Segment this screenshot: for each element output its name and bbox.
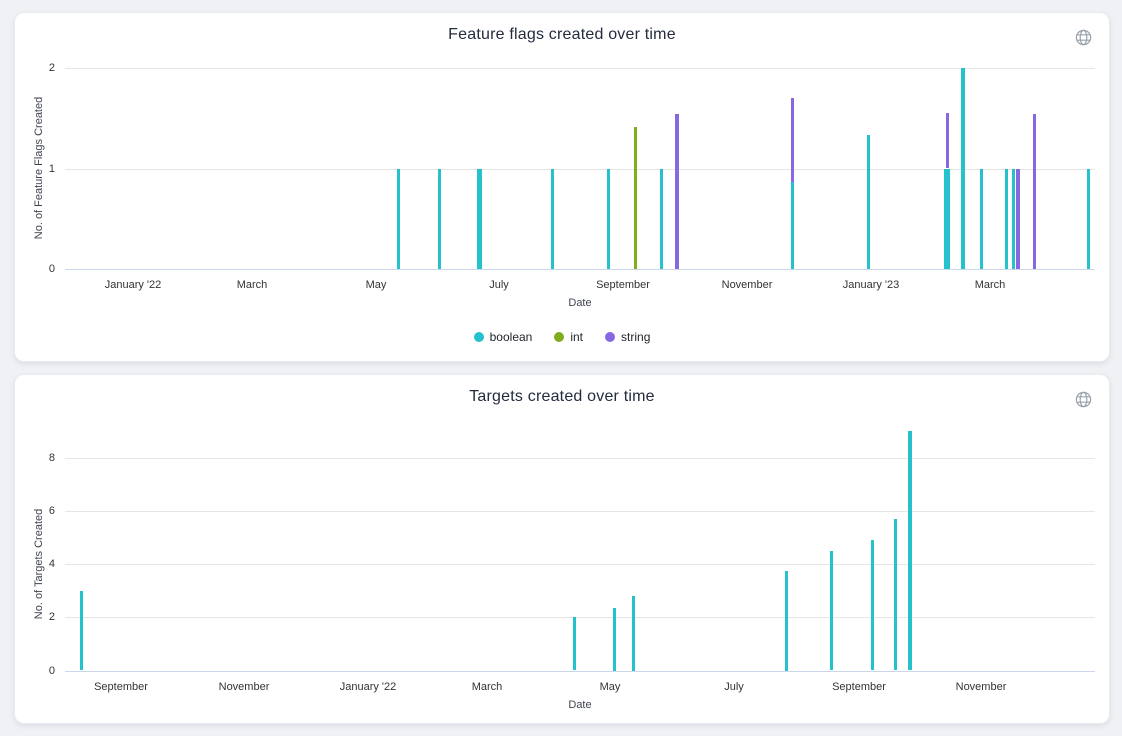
x-tick-label: January '23 — [816, 278, 926, 292]
bar-boolean[interactable] — [1087, 169, 1090, 270]
bar-string[interactable] — [1033, 114, 1036, 269]
x-tick-label: March — [197, 278, 307, 292]
bar-string[interactable] — [675, 114, 679, 269]
bar-boolean[interactable] — [908, 431, 912, 670]
legend-item-boolean[interactable]: boolean — [474, 330, 533, 344]
bar-boolean[interactable] — [607, 169, 610, 270]
legend-marker-dot — [474, 332, 484, 342]
x-tick-label: January '22 — [78, 278, 188, 292]
bar-string[interactable] — [791, 98, 794, 181]
x-tick-label: March — [935, 278, 1045, 292]
bar-string[interactable] — [1016, 169, 1020, 270]
bar-boolean[interactable] — [894, 519, 897, 671]
bar-int[interactable] — [634, 127, 637, 269]
legend-item-int[interactable]: int — [554, 330, 583, 344]
x-axis-title: Date — [65, 699, 1095, 711]
x-tick-label: September — [568, 278, 678, 292]
bar-boolean[interactable] — [397, 169, 400, 270]
legend-label: string — [621, 330, 650, 344]
gridline — [65, 169, 1095, 170]
bar-boolean[interactable] — [961, 68, 965, 269]
bar-boolean[interactable] — [660, 169, 663, 270]
x-tick-label: September — [804, 680, 914, 694]
gridline — [65, 564, 1095, 565]
gridline — [65, 458, 1095, 459]
x-tick-label: July — [679, 680, 789, 694]
x-tick-label: May — [555, 680, 665, 694]
legend-marker-dot — [554, 332, 564, 342]
x-tick-label: November — [926, 680, 1036, 694]
x-axis-line — [65, 269, 1095, 270]
bar-boolean[interactable] — [944, 169, 950, 270]
targets-chart-card: Targets created over time 02468September… — [14, 374, 1110, 724]
bar-boolean[interactable] — [785, 571, 788, 671]
x-tick-label: July — [444, 278, 554, 292]
x-axis-line — [65, 671, 1095, 672]
analytics-dashboard: Feature flags created over time 012Janua… — [0, 0, 1122, 736]
chart-legend: boolean int string — [15, 330, 1109, 344]
gridline — [65, 617, 1095, 618]
feature-flags-chart-card: Feature flags created over time 012Janua… — [14, 12, 1110, 362]
legend-marker-dot — [605, 332, 615, 342]
bar-boolean[interactable] — [573, 617, 576, 670]
bar-boolean[interactable] — [551, 169, 554, 270]
bar-boolean[interactable] — [830, 551, 833, 671]
x-tick-label: November — [189, 680, 299, 694]
bar-boolean[interactable] — [477, 169, 482, 270]
x-tick-label: March — [432, 680, 542, 694]
bar-boolean[interactable] — [438, 169, 441, 270]
y-axis-title: No. of Targets Created — [32, 444, 46, 684]
x-tick-label: September — [66, 680, 176, 694]
legend-label: boolean — [490, 330, 533, 344]
bar-boolean[interactable] — [867, 135, 870, 269]
x-tick-label: January '22 — [313, 680, 423, 694]
y-axis-title: No. of Feature Flags Created — [32, 48, 46, 288]
gridline — [65, 68, 1095, 69]
legend-label: int — [570, 330, 583, 344]
bar-boolean[interactable] — [1012, 169, 1015, 270]
targets-plot: 02468SeptemberNovemberJanuary '22MarchMa… — [15, 375, 1109, 723]
bar-boolean[interactable] — [632, 596, 635, 671]
x-tick-label: May — [321, 278, 431, 292]
bar-string[interactable] — [946, 113, 949, 168]
bar-boolean[interactable] — [980, 169, 983, 270]
x-tick-label: November — [692, 278, 802, 292]
legend-item-string[interactable]: string — [605, 330, 650, 344]
bar-boolean[interactable] — [871, 540, 874, 670]
bar-boolean[interactable] — [1005, 169, 1008, 270]
gridline — [65, 511, 1095, 512]
bar-boolean[interactable] — [613, 608, 616, 671]
x-axis-title: Date — [65, 297, 1095, 309]
bar-boolean[interactable] — [80, 591, 83, 671]
bar-boolean[interactable] — [791, 182, 794, 269]
